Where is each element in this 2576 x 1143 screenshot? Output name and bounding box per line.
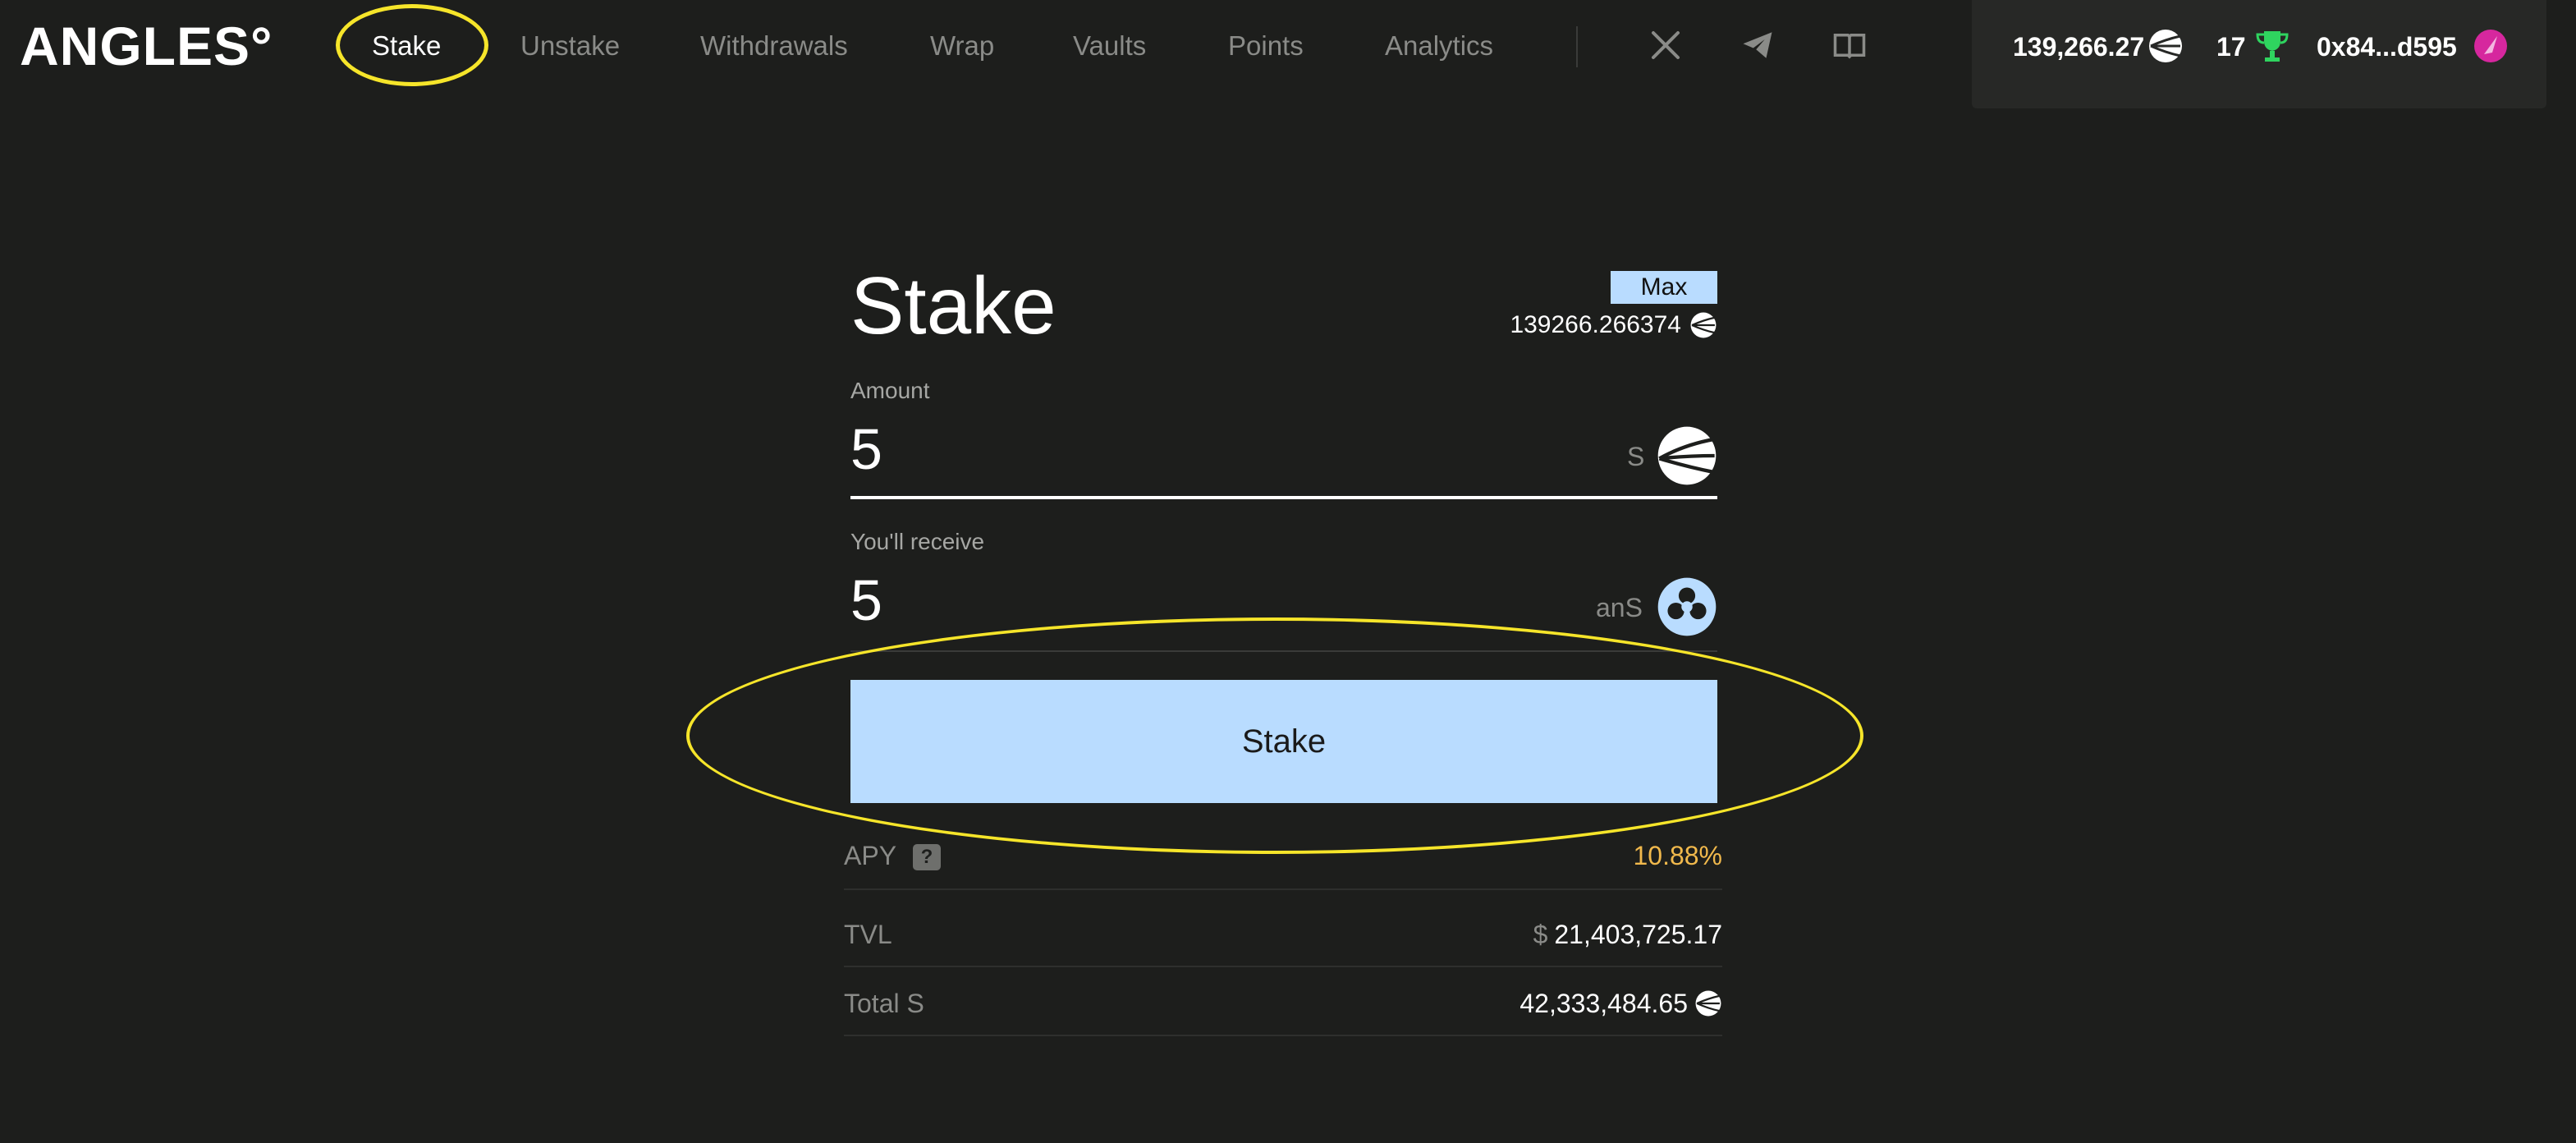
app-logo[interactable]: ANGLES° — [20, 11, 273, 80]
max-button[interactable]: Max — [1611, 271, 1717, 304]
nav-unstake[interactable]: Unstake — [520, 25, 620, 67]
trophy-icon — [2256, 31, 2289, 62]
book-icon[interactable] — [1831, 26, 1868, 64]
nav-withdrawals[interactable]: Withdrawals — [700, 25, 848, 67]
receive-token-label: anS — [1596, 593, 1643, 622]
tvl-label: TVL — [844, 920, 892, 949]
nav-divider — [1576, 26, 1578, 67]
wallet-balance[interactable]: 139,266.27 — [2013, 30, 2144, 64]
nav-wrap[interactable]: Wrap — [930, 25, 994, 67]
total-label: Total S — [844, 989, 924, 1018]
nav-points[interactable]: Points — [1228, 25, 1304, 67]
wallet-address[interactable]: 0x84...d595 — [2317, 30, 2457, 64]
nav-stake[interactable]: Stake — [372, 25, 441, 67]
wallet-avatar-icon[interactable] — [2473, 28, 2509, 64]
sonic-token-icon — [1695, 990, 1721, 1017]
tvl-currency: $ — [1533, 920, 1548, 949]
receive-label: You'll receive — [850, 529, 985, 554]
nav-vaults[interactable]: Vaults — [1073, 25, 1146, 67]
receive-output — [850, 567, 1717, 634]
receive-underline — [850, 650, 1717, 652]
amount-label: Amount — [850, 378, 930, 403]
stake-button[interactable]: Stake — [850, 680, 1717, 803]
tvl-row: TVL $ 21,403,725.17 — [844, 908, 1722, 967]
ans-token-icon — [1657, 577, 1717, 636]
sonic-token-icon — [2149, 30, 2182, 62]
points-count[interactable]: 17 — [2216, 30, 2246, 64]
apy-label: APY — [844, 841, 897, 870]
tvl-value-group: $ 21,403,725.17 — [1533, 918, 1722, 951]
amount-token-label: S — [1627, 442, 1645, 471]
tvl-value: 21,403,725.17 — [1554, 920, 1722, 949]
apy-value: 10.88% — [1633, 841, 1722, 870]
telegram-icon[interactable] — [1739, 26, 1776, 64]
available-balance-value: 139266.266374 — [1510, 311, 1681, 338]
total-row: Total S 42,333,484.65 — [844, 977, 1722, 1036]
total-value-group: 42,333,484.65 — [1519, 987, 1722, 1020]
total-value: 42,333,484.65 — [1519, 989, 1688, 1018]
nav-analytics[interactable]: Analytics — [1385, 25, 1493, 67]
x-icon[interactable] — [1647, 26, 1684, 64]
help-icon[interactable]: ? — [913, 844, 941, 870]
amount-underline — [850, 496, 1717, 499]
amount-input[interactable] — [850, 415, 1717, 483]
page-title: Stake — [850, 260, 1057, 351]
apy-row: APY ? 10.88% — [844, 829, 1722, 890]
sonic-token-icon — [1657, 426, 1717, 485]
wallet-panel: 139,266.27 17 0x84...d595 — [1972, 0, 2546, 108]
sonic-token-icon — [1690, 312, 1717, 338]
available-balance: 139266.266374 — [1510, 309, 1717, 342]
